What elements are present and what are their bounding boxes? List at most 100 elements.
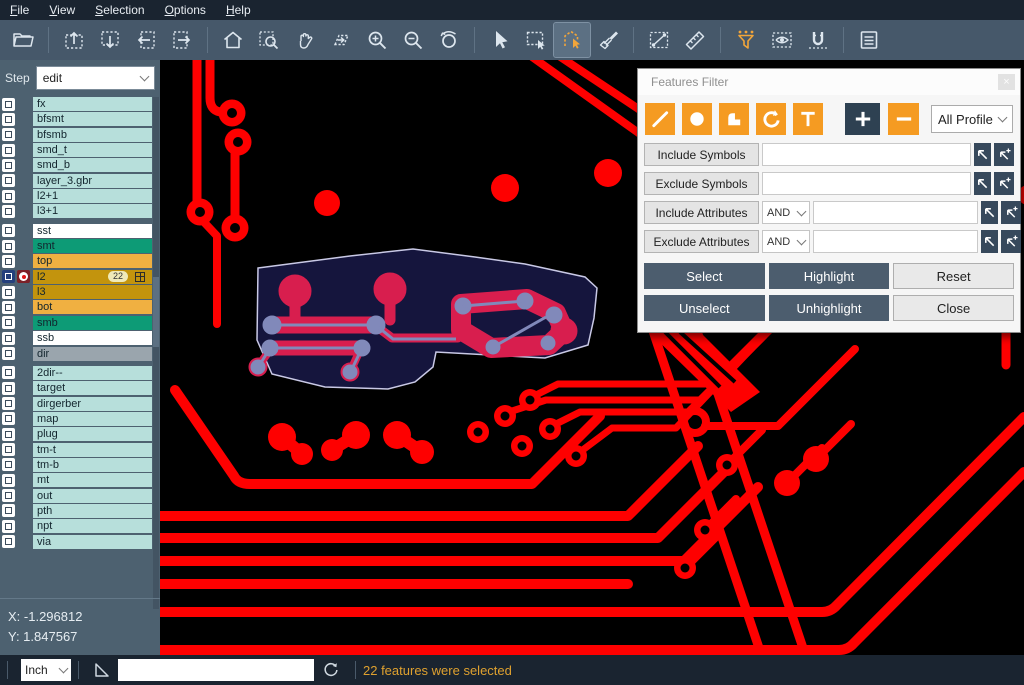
toolbar-button-zoom-in[interactable] xyxy=(359,23,395,57)
layer-label-l2[interactable]: l222 xyxy=(33,270,152,284)
include-symbols-input[interactable] xyxy=(762,143,971,166)
layer-checkbox-bfsmt[interactable] xyxy=(2,113,15,126)
active-layer-indicator[interactable] xyxy=(17,270,30,283)
layer-label-2dir--[interactable]: 2dir-- xyxy=(33,366,152,380)
layer-checkbox-target[interactable] xyxy=(2,382,15,395)
layer-label-sst[interactable]: sst xyxy=(33,224,152,238)
layer-label-l3+1[interactable]: l3+1 xyxy=(33,204,152,218)
layer-checkbox-pth[interactable] xyxy=(2,504,15,517)
command-input[interactable] xyxy=(118,659,314,681)
arc-feature-button[interactable] xyxy=(756,103,786,135)
layer-checkbox-ssb[interactable] xyxy=(2,332,15,345)
layer-checkbox-smt[interactable] xyxy=(2,240,15,253)
layer-checkbox-mt[interactable] xyxy=(2,474,15,487)
layer-checkbox-layer_3.gbr[interactable] xyxy=(2,174,15,187)
pick-arrow-button[interactable] xyxy=(974,143,991,166)
pick-arrow-button[interactable] xyxy=(981,201,998,224)
reset-button[interactable]: Reset xyxy=(893,263,1014,289)
layer-label-pth[interactable]: pth xyxy=(33,504,152,518)
layer-label-dir[interactable]: dir xyxy=(33,347,152,361)
layer-label-tm-t[interactable]: tm-t xyxy=(33,443,152,457)
layer-label-smb[interactable]: smb xyxy=(33,316,152,330)
layer-label-map[interactable]: map xyxy=(33,412,152,426)
menu-item-view[interactable]: View xyxy=(49,3,75,17)
layer-label-mt[interactable]: mt xyxy=(33,473,152,487)
layer-label-top[interactable]: top xyxy=(33,254,152,268)
toolbar-button-pane-left[interactable] xyxy=(128,23,164,57)
toolbar-button-zoom-previous[interactable] xyxy=(431,23,467,57)
toolbar-button-snap[interactable] xyxy=(800,23,836,57)
pick-arrow-add-button[interactable] xyxy=(994,172,1014,195)
toolbar-button-features-filter[interactable] xyxy=(728,23,764,57)
layer-label-bfsmt[interactable]: bfsmt xyxy=(33,112,152,126)
step-select[interactable]: edit xyxy=(36,66,155,90)
layer-checkbox-fx[interactable] xyxy=(2,98,15,111)
layer-checkbox-top[interactable] xyxy=(2,255,15,268)
toolbar-button-polygon-select[interactable] xyxy=(554,23,590,57)
include-symbols-button[interactable]: Include Symbols xyxy=(644,143,759,166)
include-attributes-button[interactable]: Include Attributes xyxy=(644,201,759,224)
layer-checkbox-out[interactable] xyxy=(2,489,15,502)
exclude-symbols-button[interactable]: Exclude Symbols xyxy=(644,172,759,195)
layer-label-plug[interactable]: plug xyxy=(33,427,152,441)
layer-label-fx[interactable]: fx xyxy=(33,97,152,111)
profile-select[interactable]: All Profile xyxy=(931,105,1013,133)
text-feature-button[interactable] xyxy=(793,103,823,135)
layer-grid-icon[interactable] xyxy=(135,272,145,282)
layer-label-via[interactable]: via xyxy=(33,535,152,549)
layer-checkbox-l3+1[interactable] xyxy=(2,205,15,218)
pick-arrow-button[interactable] xyxy=(974,172,991,195)
toolbar-button-zoom-dynamic[interactable] xyxy=(323,23,359,57)
toolbar-button-rect-select[interactable] xyxy=(518,23,554,57)
layer-checkbox-tm-b[interactable] xyxy=(2,458,15,471)
line-feature-button[interactable] xyxy=(645,103,675,135)
pick-arrow-add-button[interactable] xyxy=(1001,201,1021,224)
layer-checkbox-l3[interactable] xyxy=(2,286,15,299)
add-feature-button[interactable] xyxy=(845,103,880,135)
layer-label-l3[interactable]: l3 xyxy=(33,285,152,299)
toolbar-button-ruler[interactable] xyxy=(677,23,713,57)
corner-snap-icon[interactable] xyxy=(92,660,112,680)
toolbar-button-open-folder[interactable] xyxy=(5,23,41,57)
exclude-attributes-input[interactable] xyxy=(813,230,978,253)
highlight-button[interactable]: Highlight xyxy=(769,263,890,289)
toolbar-button-home-view[interactable] xyxy=(215,23,251,57)
layer-checkbox-smb[interactable] xyxy=(2,316,15,329)
layer-list-scrollbar[interactable] xyxy=(153,97,159,609)
layer-checkbox-dirgerber[interactable] xyxy=(2,397,15,410)
menu-item-options[interactable]: Options xyxy=(165,3,206,17)
layer-checkbox-dir[interactable] xyxy=(2,347,15,360)
layer-label-smd_t[interactable]: smd_t xyxy=(33,143,152,157)
toolbar-button-select-arrow[interactable] xyxy=(482,23,518,57)
unselect-button[interactable]: Unselect xyxy=(644,295,765,321)
pick-arrow-add-button[interactable] xyxy=(1001,230,1021,253)
layer-checkbox-smd_t[interactable] xyxy=(2,144,15,157)
logic-operator-select[interactable]: AND xyxy=(762,230,810,253)
layer-checkbox-smd_b[interactable] xyxy=(2,159,15,172)
surface-feature-button[interactable] xyxy=(719,103,749,135)
select-button[interactable]: Select xyxy=(644,263,765,289)
layer-label-smd_b[interactable]: smd_b xyxy=(33,158,152,172)
layer-label-l2+1[interactable]: l2+1 xyxy=(33,189,152,203)
layer-checkbox-l2[interactable] xyxy=(2,270,15,283)
toolbar-button-zoom-window[interactable] xyxy=(251,23,287,57)
layer-label-bot[interactable]: bot xyxy=(33,300,152,314)
layer-checkbox-sst[interactable] xyxy=(2,224,15,237)
layer-label-out[interactable]: out xyxy=(33,489,152,503)
dialog-close-button[interactable]: × xyxy=(998,74,1015,90)
logic-operator-select[interactable]: AND xyxy=(762,201,810,224)
layer-label-smt[interactable]: smt xyxy=(33,239,152,253)
include-attributes-input[interactable] xyxy=(813,201,978,224)
toolbar-button-report-form[interactable] xyxy=(851,23,887,57)
layer-label-ssb[interactable]: ssb xyxy=(33,331,152,345)
exclude-attributes-button[interactable]: Exclude Attributes xyxy=(644,230,759,253)
layer-checkbox-bot[interactable] xyxy=(2,301,15,314)
pick-arrow-add-button[interactable] xyxy=(994,143,1014,166)
pick-arrow-button[interactable] xyxy=(981,230,998,253)
toolbar-button-pan-hand[interactable] xyxy=(287,23,323,57)
pad-feature-button[interactable] xyxy=(682,103,712,135)
close-button[interactable]: Close xyxy=(893,295,1014,321)
toolbar-button-pane-down[interactable] xyxy=(92,23,128,57)
layer-checkbox-bfsmb[interactable] xyxy=(2,128,15,141)
layer-checkbox-via[interactable] xyxy=(2,535,15,548)
